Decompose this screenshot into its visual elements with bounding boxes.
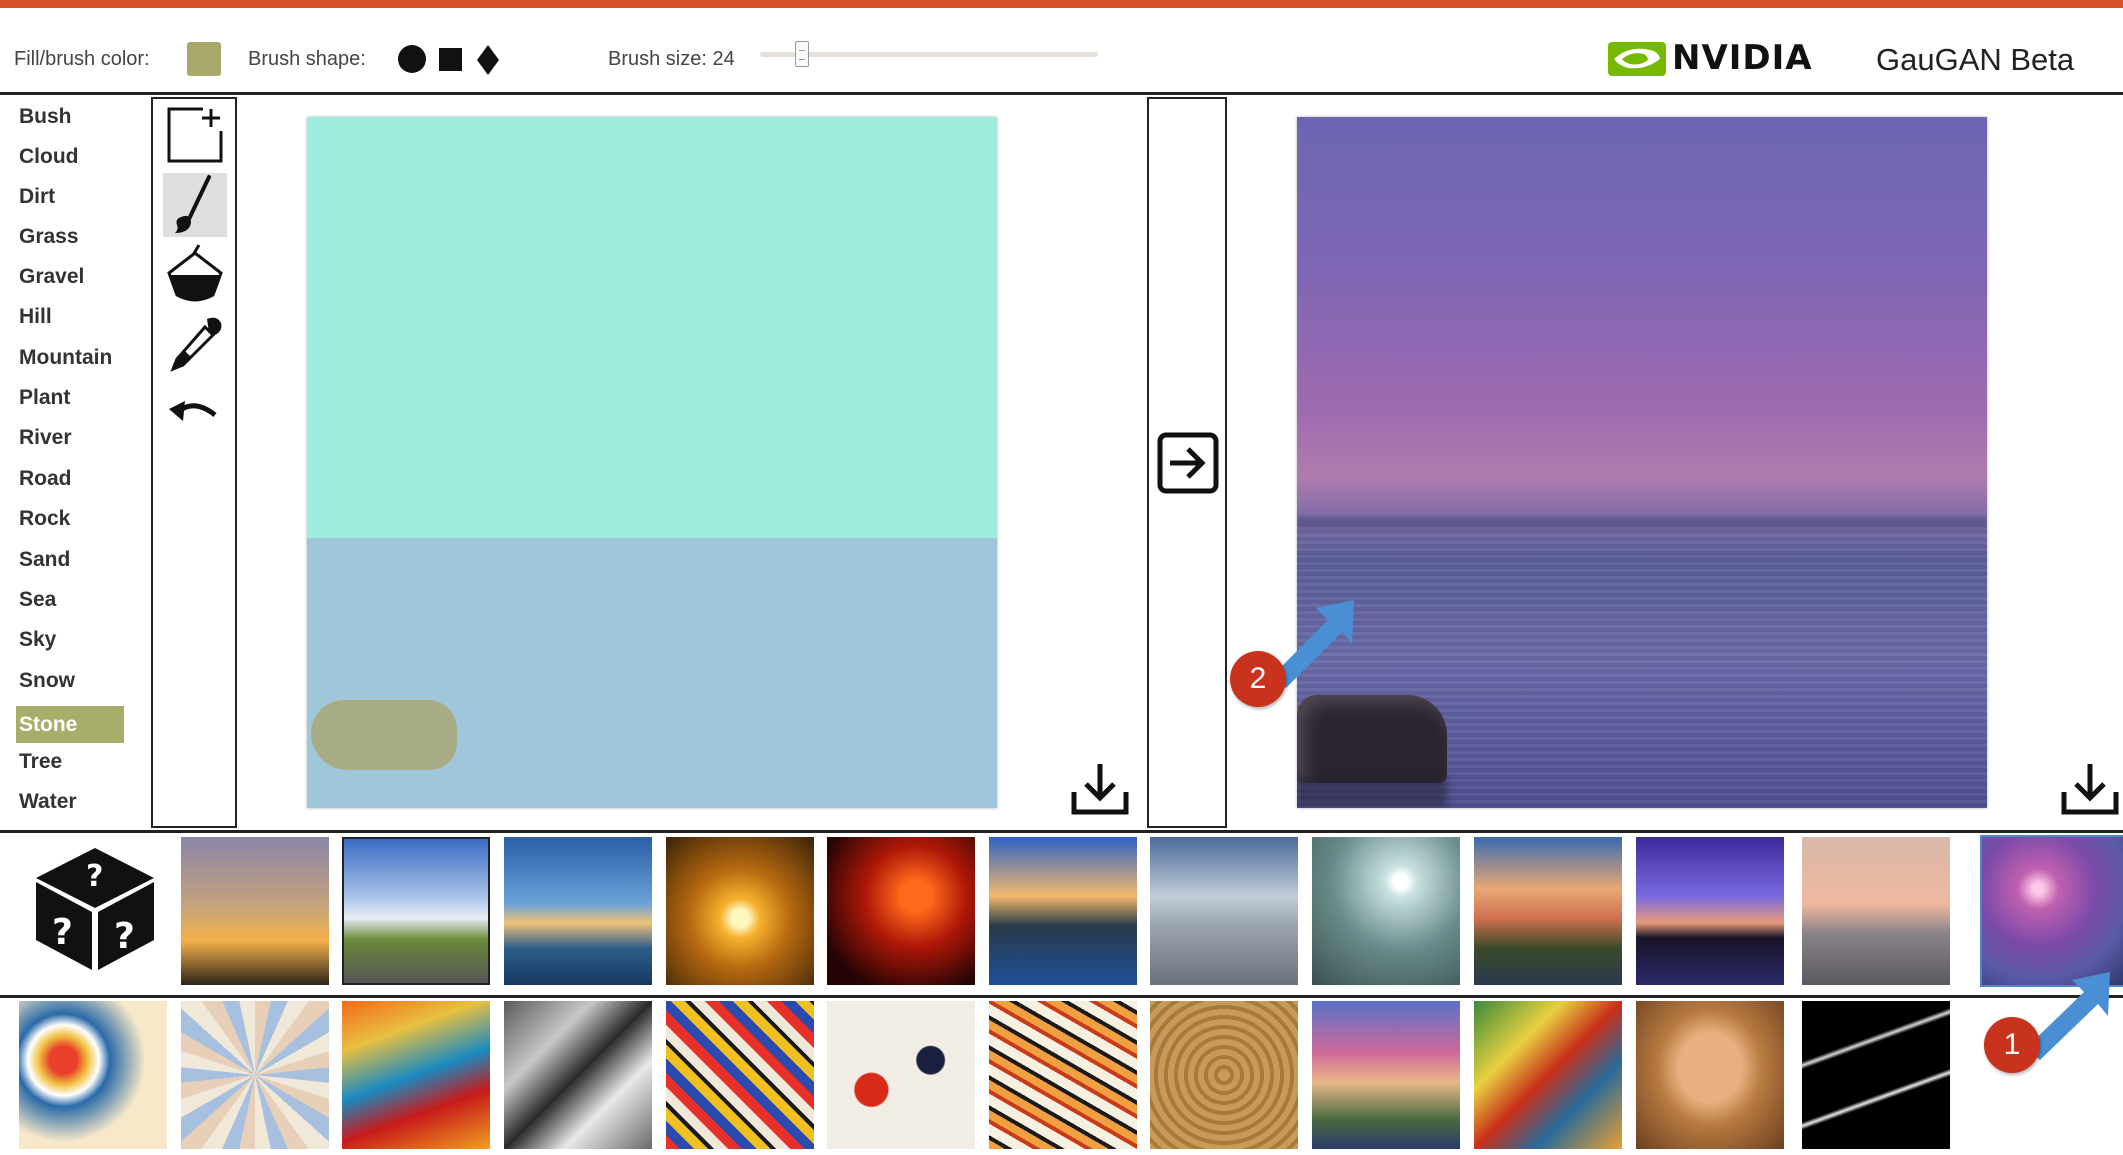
- fill-tool-button[interactable]: [163, 243, 227, 307]
- svg-text:?: ?: [86, 859, 103, 894]
- new-canvas-button[interactable]: [163, 103, 227, 167]
- style-thumb-stained-glass[interactable]: [181, 1001, 329, 1149]
- style-thumb-cubist-grey[interactable]: [504, 1001, 652, 1149]
- diamond-icon[interactable]: [476, 44, 500, 76]
- convert-arrow-icon[interactable]: [1156, 431, 1220, 495]
- label-item-river[interactable]: River: [16, 419, 124, 456]
- canvas-stone-region: [311, 700, 457, 770]
- label-item-hill[interactable]: Hill: [16, 298, 124, 335]
- tool-panel: [151, 97, 237, 828]
- svg-text:?: ?: [114, 916, 135, 957]
- style-thumb-grey-beach[interactable]: [1150, 837, 1298, 985]
- divider-mid: [0, 995, 2123, 998]
- style-thumb-road-clouds[interactable]: [342, 837, 490, 985]
- label-item-rock[interactable]: Rock: [16, 500, 124, 537]
- label-item-stone[interactable]: Stone: [16, 706, 124, 743]
- label-item-mountain[interactable]: Mountain: [16, 339, 124, 376]
- generated-image: [1297, 117, 1987, 808]
- style-thumb-black-marble[interactable]: [1802, 1001, 1950, 1149]
- style-thumb-purple-sunset-selected[interactable]: [1982, 837, 2123, 985]
- style-thumb-red-sky[interactable]: [827, 837, 975, 985]
- convert-panel: [1147, 97, 1227, 828]
- annotation-callout-2: 2: [1230, 651, 1286, 707]
- product-title: GauGAN Beta: [1876, 42, 2075, 77]
- annotation-callout-1: 1: [1984, 1017, 2040, 1073]
- eyedropper-icon: [170, 317, 222, 372]
- style-thumb-graffiti[interactable]: [989, 1001, 1137, 1149]
- fill-color-swatch[interactable]: [187, 42, 221, 76]
- canvas-sky-region: [307, 117, 997, 538]
- label-item-dirt[interactable]: Dirt: [16, 178, 124, 215]
- style-thumb-pink-sea[interactable]: [1802, 837, 1950, 985]
- style-thumb-matisse-hat[interactable]: [1312, 1001, 1460, 1149]
- undo-icon: [169, 401, 217, 421]
- download-canvas-icon[interactable]: [1070, 762, 1130, 816]
- circle-icon[interactable]: [397, 44, 427, 74]
- label-item-sea[interactable]: Sea: [16, 581, 124, 618]
- svg-text:?: ?: [52, 912, 73, 953]
- label-item-water[interactable]: Water: [16, 783, 124, 820]
- brush-size-slider-thumb[interactable]: [795, 41, 809, 67]
- nvidia-eye-logo: [1608, 42, 1666, 76]
- brush-shape-label: Brush shape:: [248, 48, 366, 70]
- divider-top: [0, 830, 2123, 833]
- style-thumb-abstract-circles[interactable]: [19, 1001, 167, 1149]
- label-item-tree[interactable]: Tree: [16, 743, 124, 780]
- style-thumb-wood-rings[interactable]: [1150, 1001, 1298, 1149]
- label-item-snow[interactable]: Snow: [16, 662, 124, 699]
- brush-size-label: Brush size: 24: [608, 48, 735, 70]
- label-item-cloud[interactable]: Cloud: [16, 138, 124, 175]
- style-thumb-cliff-sea[interactable]: [989, 837, 1137, 985]
- brush-size-slider-track[interactable]: [760, 52, 1098, 57]
- style-thumb-kandinsky[interactable]: [666, 1001, 814, 1149]
- style-thumb-moon-shore[interactable]: [1312, 837, 1460, 985]
- style-thumb-sunset-trees[interactable]: [181, 837, 329, 985]
- label-item-grass[interactable]: Grass: [16, 218, 124, 255]
- label-item-sky[interactable]: Sky: [16, 621, 124, 658]
- segmentation-canvas[interactable]: [307, 117, 997, 808]
- label-item-sand[interactable]: Sand: [16, 541, 124, 578]
- download-output-icon[interactable]: [2060, 762, 2120, 816]
- brand-name: NVIDIA: [1672, 38, 1813, 78]
- brush-tool-button[interactable]: [163, 173, 227, 237]
- label-item-gravel[interactable]: Gravel: [16, 258, 124, 295]
- output-rock-reflection: [1297, 777, 1447, 807]
- fill-color-label: Fill/brush color:: [14, 48, 150, 70]
- style-thumb-picasso-still[interactable]: [1474, 1001, 1622, 1149]
- brush-icon: [175, 175, 211, 233]
- style-thumb-orange-clouds[interactable]: [1474, 837, 1622, 985]
- style-thumb-picasso-portrait[interactable]: [1636, 1001, 1784, 1149]
- random-dice-icon[interactable]: ? ? ?: [30, 844, 160, 974]
- output-rock: [1297, 695, 1447, 783]
- undo-button[interactable]: [163, 383, 227, 447]
- paint-bucket-icon: [167, 244, 223, 302]
- label-item-plant[interactable]: Plant: [16, 379, 124, 416]
- square-icon[interactable]: [438, 44, 464, 74]
- style-thumb-handprint[interactable]: [827, 1001, 975, 1149]
- new-canvas-icon: [167, 107, 223, 163]
- style-thumb-rain-umbrella[interactable]: [342, 1001, 490, 1149]
- label-item-road[interactable]: Road: [16, 460, 124, 497]
- label-item-bush[interactable]: Bush: [16, 98, 124, 135]
- style-thumb-coast-blue[interactable]: [504, 837, 652, 985]
- top-accent-stripe: [0, 0, 2123, 8]
- eyedropper-tool-button[interactable]: [163, 313, 227, 377]
- toolbar: Fill/brush color: Brush shape: Brush siz…: [0, 8, 2123, 95]
- style-thumb-golden-sunset[interactable]: [666, 837, 814, 985]
- style-thumb-purple-dusk[interactable]: [1636, 837, 1784, 985]
